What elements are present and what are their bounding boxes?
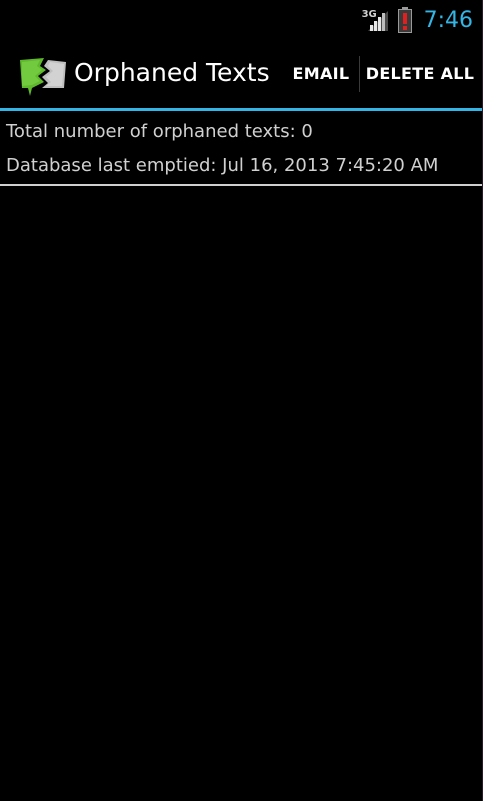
delete-all-button[interactable]: DELETE ALL — [362, 38, 478, 108]
action-bar: Orphaned Texts EMAIL DELETE ALL — [0, 38, 483, 108]
network-type-label: 3G — [361, 9, 377, 20]
total-orphaned-texts: Total number of orphaned texts: 0 — [6, 121, 313, 142]
database-last-emptied: Database last emptied: Jul 16, 2013 7:45… — [6, 155, 439, 176]
torn-speech-bubble-icon[interactable] — [18, 56, 68, 100]
status-bar: 3G 7:46 — [0, 0, 483, 38]
action-divider — [359, 56, 360, 92]
action-bar-underline — [0, 108, 483, 111]
signal-indicator: 3G — [361, 7, 390, 33]
page-title: Orphaned Texts — [74, 58, 270, 87]
status-icons: 3G 7:46 — [361, 4, 473, 36]
clock: 7:46 — [423, 7, 473, 33]
battery-alert-icon — [397, 7, 412, 33]
email-button[interactable]: EMAIL — [285, 38, 357, 108]
content-divider — [0, 184, 483, 186]
